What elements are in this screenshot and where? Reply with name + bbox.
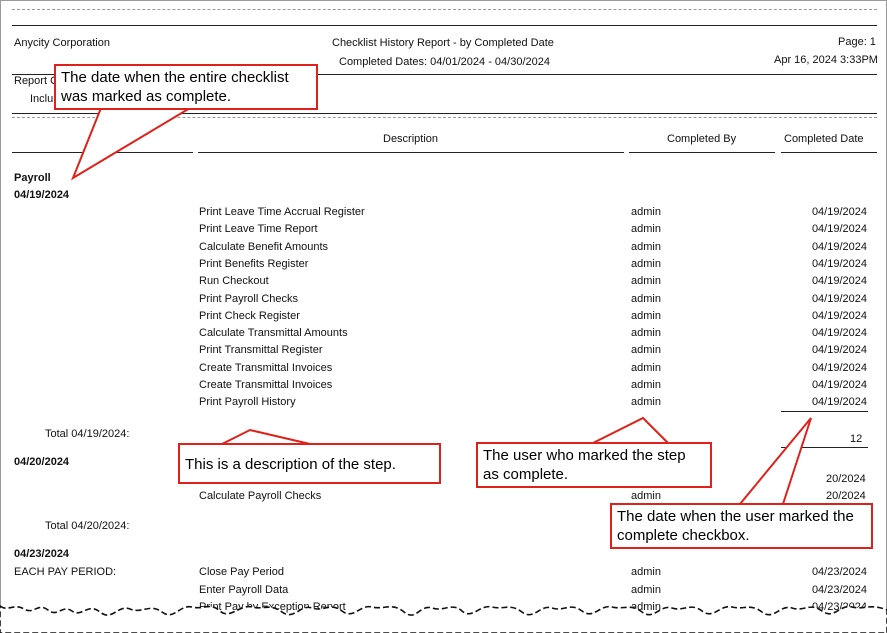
torn-edge [0,605,887,633]
callout-checklist-date: The date when the entire checklist was m… [54,64,318,110]
callout-step-date: The date when the user marked the comple… [610,503,873,549]
callout-user: The user who marked the step as complete… [476,442,712,488]
pointer-user [592,416,669,444]
pointer-checklist-date [70,107,191,181]
pointer-description [221,428,311,445]
callout-description: This is a description of the step. [178,443,441,484]
pointer-step-date [739,417,812,505]
